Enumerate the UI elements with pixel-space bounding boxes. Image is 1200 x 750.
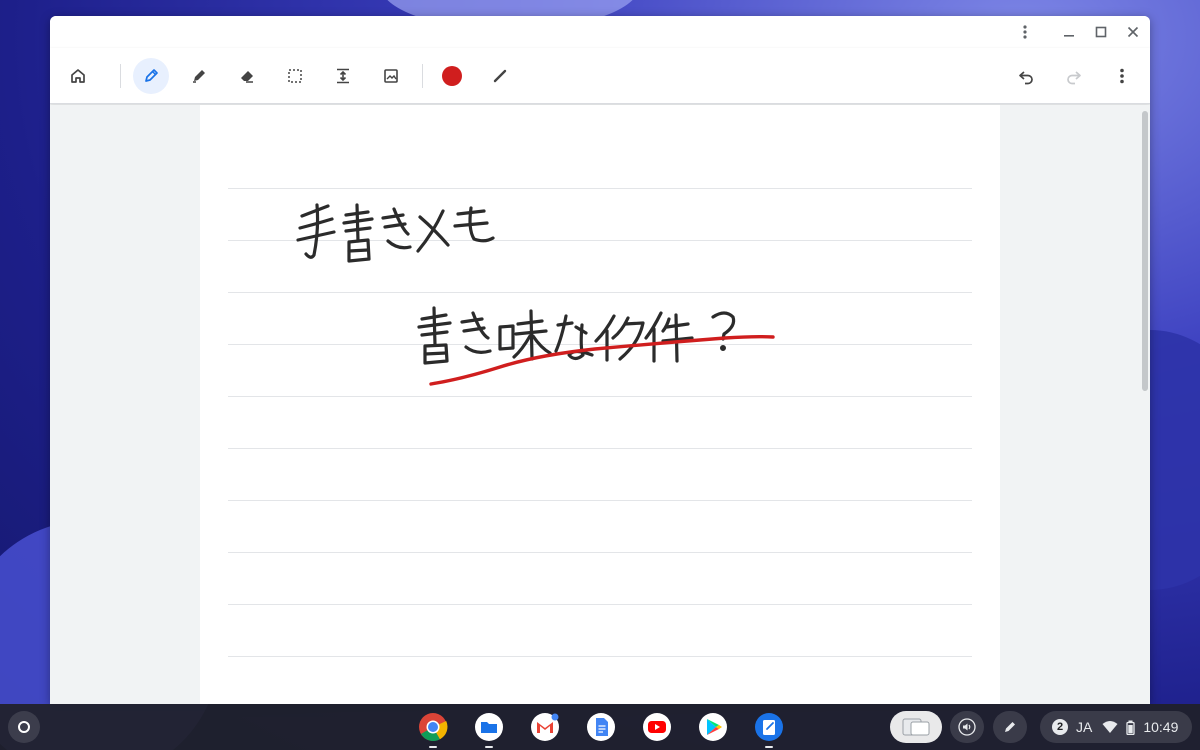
clock: 10:49 <box>1143 719 1179 735</box>
notification-count: 2 <box>1052 719 1068 735</box>
more-options-button[interactable] <box>1104 58 1140 94</box>
app-play-store[interactable] <box>696 710 730 744</box>
notebook-page[interactable] <box>200 105 1000 704</box>
undo-icon <box>1019 71 1033 85</box>
minimize-icon[interactable] <box>1057 22 1081 42</box>
speaker-icon <box>958 718 976 736</box>
highlighter-icon <box>193 70 205 83</box>
image-icon <box>384 69 398 83</box>
handwriting-ink <box>296 203 775 386</box>
play-store-icon <box>699 713 727 741</box>
running-indicator <box>485 746 493 748</box>
home-icon <box>71 69 85 83</box>
maximize-icon[interactable] <box>1089 22 1113 42</box>
app-gmail[interactable] <box>528 710 562 744</box>
gmail-icon <box>531 713 559 741</box>
select-tool-button[interactable] <box>277 58 313 94</box>
stroke-width-icon <box>493 69 507 83</box>
close-icon[interactable] <box>1121 22 1145 42</box>
shelf: 2 JA 10:49 <box>0 704 1200 750</box>
app-cursive[interactable] <box>752 710 786 748</box>
battery-icon <box>1126 720 1135 735</box>
app-docs[interactable] <box>584 710 618 744</box>
pen-icon <box>145 69 158 82</box>
launcher-icon <box>18 721 30 733</box>
app-chrome[interactable] <box>416 710 450 748</box>
holding-space-tray[interactable] <box>890 711 942 743</box>
more-vert-icon[interactable] <box>1013 22 1037 42</box>
highlighter-tool-button[interactable] <box>181 58 217 94</box>
status-area[interactable]: 2 JA 10:49 <box>1040 711 1192 743</box>
home-button[interactable] <box>60 58 96 94</box>
color-swatch <box>442 66 462 86</box>
insert-image-button[interactable] <box>373 58 409 94</box>
title-bar <box>50 16 1150 48</box>
stroke-size-button[interactable] <box>482 58 518 94</box>
ime-indicator: JA <box>1076 719 1093 735</box>
eraser-icon <box>241 71 253 83</box>
app-window <box>50 16 1150 704</box>
more-vert-icon <box>1120 68 1124 84</box>
holding-space-icon <box>902 718 930 736</box>
files-icon <box>475 713 503 741</box>
eraser-tool-button[interactable] <box>229 58 265 94</box>
volume-tray-button[interactable] <box>950 711 984 743</box>
insert-space-button[interactable] <box>325 58 361 94</box>
stylus-icon <box>1005 722 1015 732</box>
chrome-icon <box>419 713 448 742</box>
cursive-icon <box>755 713 783 741</box>
pen-color-button[interactable] <box>434 58 470 94</box>
undo-button[interactable] <box>1008 58 1044 94</box>
vertical-scrollbar[interactable] <box>1142 111 1148 391</box>
insert-space-icon <box>337 68 349 84</box>
app-youtube[interactable] <box>640 710 674 744</box>
toolbar-divider <box>120 64 121 88</box>
pen-tool-button[interactable] <box>133 58 169 94</box>
running-indicator <box>765 746 773 748</box>
stylus-tools-button[interactable] <box>993 711 1027 743</box>
youtube-icon <box>643 713 671 741</box>
lasso-select-icon <box>288 69 302 83</box>
app-files[interactable] <box>472 710 506 748</box>
docs-icon <box>587 713 615 741</box>
wifi-icon <box>1102 721 1118 733</box>
launcher-button[interactable] <box>8 711 40 743</box>
toolbar <box>50 48 1150 104</box>
canvas-area[interactable] <box>50 105 1150 704</box>
redo-button[interactable] <box>1056 58 1092 94</box>
redo-icon <box>1067 71 1081 85</box>
running-indicator <box>429 746 437 748</box>
toolbar-divider <box>422 64 423 88</box>
